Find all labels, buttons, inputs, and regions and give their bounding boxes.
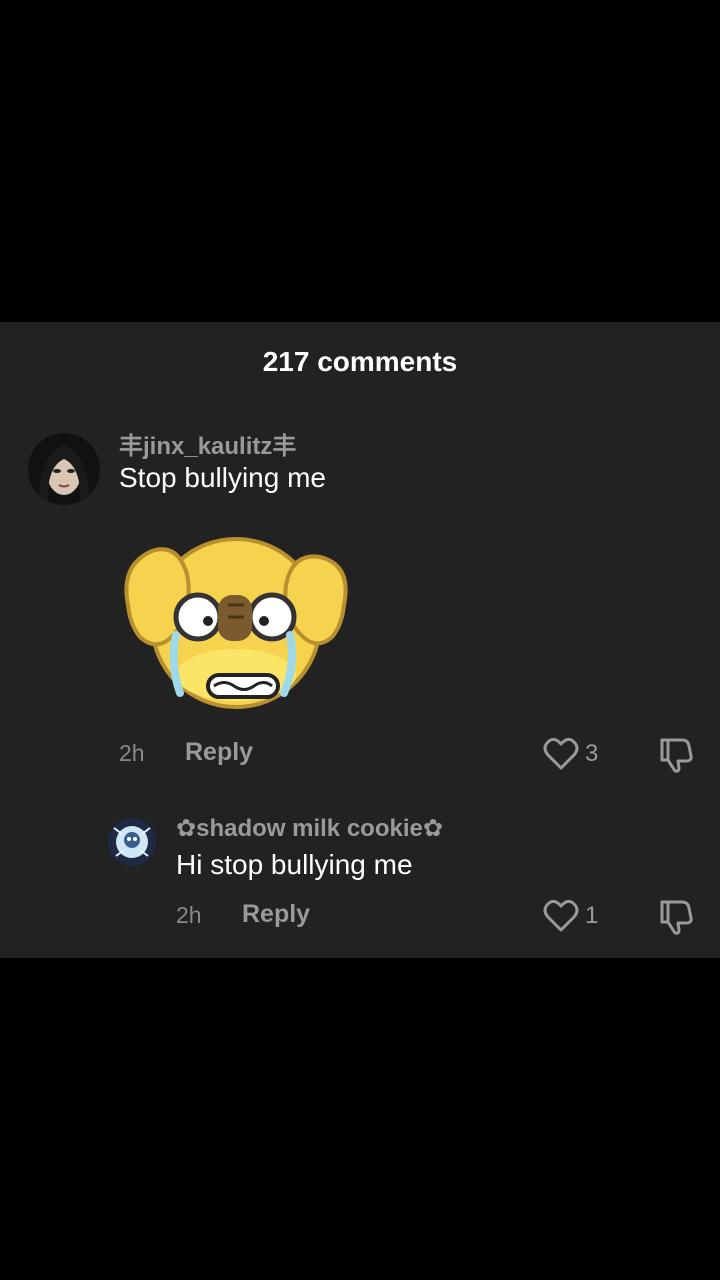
avatar-image xyxy=(28,433,100,505)
reply-button[interactable]: Reply xyxy=(242,900,310,929)
crying-face-sticker xyxy=(120,525,352,716)
thumbs-down-icon xyxy=(660,900,693,935)
like-button[interactable]: 3 xyxy=(543,737,598,771)
thumbs-down-icon xyxy=(660,738,693,773)
like-count: 1 xyxy=(585,902,599,929)
comment-username[interactable]: 丰jinx_kaulitz丰 xyxy=(119,426,296,461)
dislike-button[interactable] xyxy=(658,736,694,779)
reply-button[interactable]: Reply xyxy=(185,738,253,767)
like-button[interactable]: 1 xyxy=(543,899,598,933)
dislike-button[interactable] xyxy=(658,898,694,941)
comment-time: 2h xyxy=(119,740,145,766)
reply-username[interactable]: ✿shadow milk cookie✿ xyxy=(176,814,443,843)
comment-text: Stop bullying me xyxy=(119,462,327,493)
avatar-image xyxy=(108,818,156,866)
heart-icon xyxy=(543,737,579,770)
comments-count-title: 217 comments xyxy=(262,346,458,377)
reply-avatar[interactable] xyxy=(108,818,156,866)
comments-sheet: 217 comments 丰jinx_kaulitz丰 Stop bullyin… xyxy=(0,322,720,958)
like-count: 3 xyxy=(585,740,599,767)
avatar[interactable] xyxy=(28,433,100,505)
reply-time: 2h xyxy=(176,902,202,928)
reply-text: Hi stop bullying me xyxy=(176,849,413,880)
heart-icon xyxy=(543,899,579,932)
